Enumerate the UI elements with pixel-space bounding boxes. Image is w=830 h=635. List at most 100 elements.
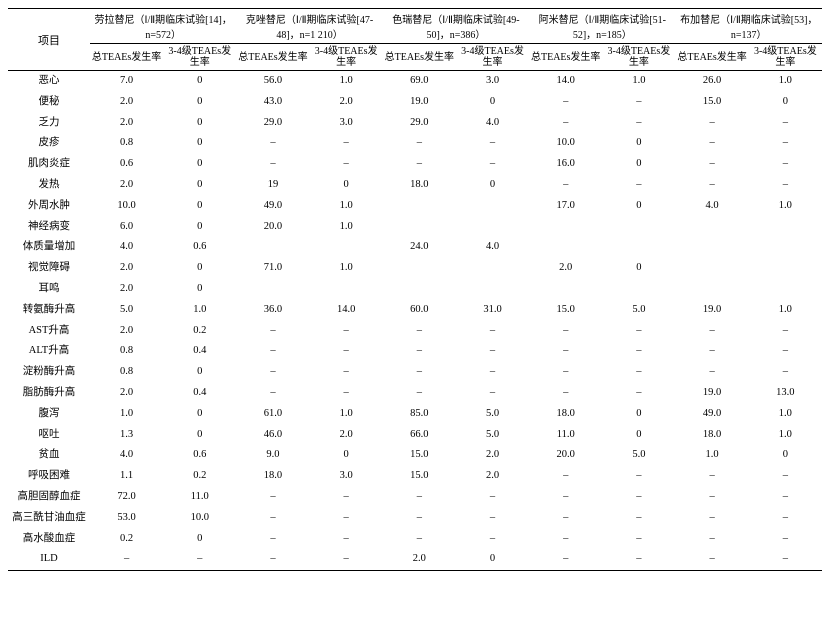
cell-value: 5.0 [456,425,529,446]
cell-value: 71.0 [236,258,309,279]
cell-value: 0 [456,549,529,570]
cell-value: 14.0 [529,71,602,92]
cell-value: – [676,362,749,383]
cell-value: 0 [602,258,675,279]
header-drug-2: 色瑞替尼（Ⅰ/Ⅱ期临床试验[49-50]，n=386） [383,9,529,44]
cell-value: 15.0 [676,92,749,113]
cell-value: – [749,549,822,570]
cell-value: – [456,362,529,383]
cell-value: 2.0 [456,445,529,466]
cell-value: 0 [456,175,529,196]
cell-value: 4.0 [90,445,163,466]
cell-value: – [456,383,529,404]
row-label: AST升高 [8,321,90,342]
row-label: 体质量增加 [8,237,90,258]
cell-value: 2.0 [90,258,163,279]
table-row: 便秘2.0043.02.019.00––15.00 [8,92,822,113]
cell-value: 1.0 [749,196,822,217]
cell-value: 3.0 [456,71,529,92]
cell-value: – [749,154,822,175]
cell-value: 14.0 [310,300,383,321]
cell-value: – [602,321,675,342]
cell-value: 31.0 [456,300,529,321]
row-label: ALT升高 [8,341,90,362]
cell-value: 9.0 [236,445,309,466]
cell-value: 0 [163,425,236,446]
cell-value: – [383,133,456,154]
subheader-g34: 3-4级TEAEs发生率 [163,44,236,71]
cell-value: – [383,383,456,404]
cell-value [383,258,456,279]
row-label: 外周水肿 [8,196,90,217]
cell-value: – [602,113,675,134]
cell-value: 18.0 [383,175,456,196]
cell-value: 1.1 [90,466,163,487]
header-drug-4: 布加替尼（Ⅰ/Ⅱ期临床试验[53]，n=137） [676,9,823,44]
cell-value: 20.0 [236,217,309,238]
cell-value [456,279,529,300]
cell-value: – [236,487,309,508]
cell-value: 0 [602,404,675,425]
cell-value: – [529,549,602,570]
cell-value: 1.3 [90,425,163,446]
cell-value: – [676,175,749,196]
subheader-g34: 3-4级TEAEs发生率 [749,44,822,71]
cell-value: 0 [163,133,236,154]
cell-value [676,237,749,258]
cell-value: 10.0 [529,133,602,154]
cell-value [676,217,749,238]
cell-value: – [676,341,749,362]
cell-value: 0 [310,175,383,196]
table-row: 呕吐1.3046.02.066.05.011.0018.01.0 [8,425,822,446]
cell-value: 0 [749,92,822,113]
cell-value: – [749,508,822,529]
row-label: 恶心 [8,71,90,92]
cell-value: 2.0 [90,92,163,113]
cell-value: – [456,529,529,550]
row-label: 乏力 [8,113,90,134]
cell-value: 17.0 [529,196,602,217]
cell-value: – [602,549,675,570]
cell-value: 0 [163,279,236,300]
cell-value: – [456,487,529,508]
cell-value: – [383,508,456,529]
row-label: 便秘 [8,92,90,113]
cell-value: – [749,113,822,134]
cell-value: 53.0 [90,508,163,529]
row-label: 脂肪酶升高 [8,383,90,404]
cell-value [310,237,383,258]
cell-value: – [310,362,383,383]
cell-value: – [602,362,675,383]
cell-value: 4.0 [676,196,749,217]
cell-value: 5.0 [90,300,163,321]
cell-value: – [602,508,675,529]
cell-value: 3.0 [310,113,383,134]
table-row: 贫血4.00.69.0015.02.020.05.01.00 [8,445,822,466]
cell-value: 0.2 [163,321,236,342]
cell-value: 5.0 [602,445,675,466]
cell-value [749,217,822,238]
cell-value: 0.8 [90,341,163,362]
cell-value: – [236,133,309,154]
cell-value: 0.6 [163,237,236,258]
cell-value: 0.8 [90,133,163,154]
cell-value: – [529,113,602,134]
cell-value [602,237,675,258]
cell-value: – [529,362,602,383]
cell-value: 19.0 [383,92,456,113]
cell-value: 0 [163,113,236,134]
row-label: 高三酰甘油血症 [8,508,90,529]
table-row: 外周水肿10.0049.01.017.004.01.0 [8,196,822,217]
header-drug-0: 劳拉替尼（Ⅰ/Ⅱ期临床试验[14]，n=572） [90,9,236,44]
cell-value: 29.0 [383,113,456,134]
cell-value [749,258,822,279]
cell-value: 5.0 [456,404,529,425]
cell-value: 24.0 [383,237,456,258]
table-row: 乏力2.0029.03.029.04.0–––– [8,113,822,134]
header-item: 项目 [8,9,90,71]
cell-value: 2.0 [90,113,163,134]
cell-value [236,279,309,300]
row-label: 转氨酶升高 [8,300,90,321]
cell-value [529,217,602,238]
cell-value: – [749,487,822,508]
